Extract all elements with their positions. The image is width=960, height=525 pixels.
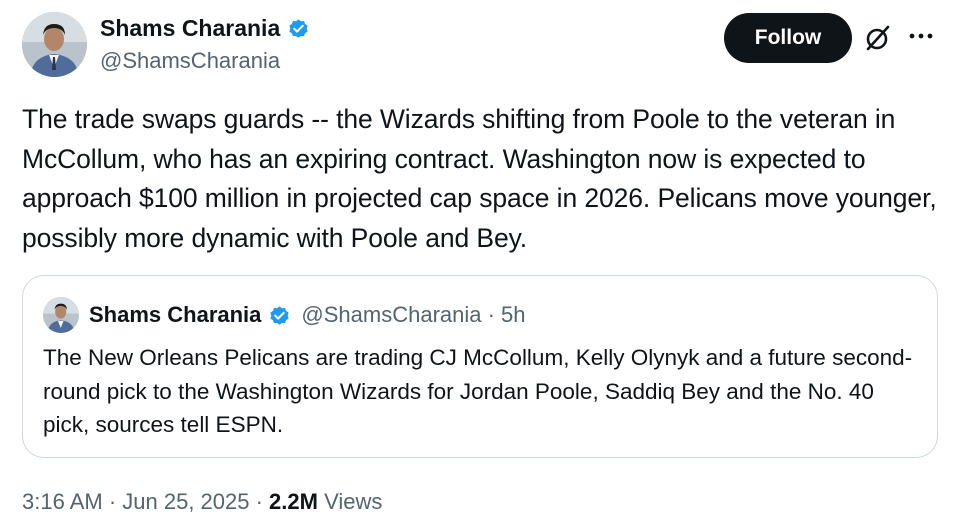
quoted-header: Shams Charania @ShamsCharania · 5h [89,300,526,330]
verified-badge-icon [289,18,308,38]
author-name-row[interactable]: Shams Charania [100,13,310,43]
avatar-image [22,12,87,77]
author-avatar[interactable] [22,12,87,77]
tweet-timestamp[interactable]: 3:16 AM · Jun 25, 2025 · [22,489,269,514]
author-name[interactable]: Shams Charania [100,13,280,43]
views-label: Views [317,489,383,514]
tweet-footer: 3:16 AM · Jun 25, 2025 · 2.2M Views [22,486,382,518]
quoted-handle-time: @ShamsCharania · 5h [301,302,526,327]
follow-button[interactable]: Follow [724,13,852,63]
quoted-author-name: Shams Charania [89,302,262,327]
author-handle[interactable]: @ShamsCharania [100,46,280,76]
quoted-author-avatar [43,297,79,333]
quoted-tweet-card[interactable]: Shams Charania @ShamsCharania · 5h The N… [22,275,938,458]
more-icon[interactable] [906,21,936,51]
quoted-tweet-text: The New Orleans Pelicans are trading CJ … [43,345,913,437]
grok-icon[interactable] [862,22,894,54]
tweet-text: The trade swaps guards -- the Wizards sh… [22,104,937,253]
quoted-verified-badge-icon [270,305,290,325]
views-count: 2.2M [269,489,318,514]
quoted-avatar-image [43,297,79,333]
